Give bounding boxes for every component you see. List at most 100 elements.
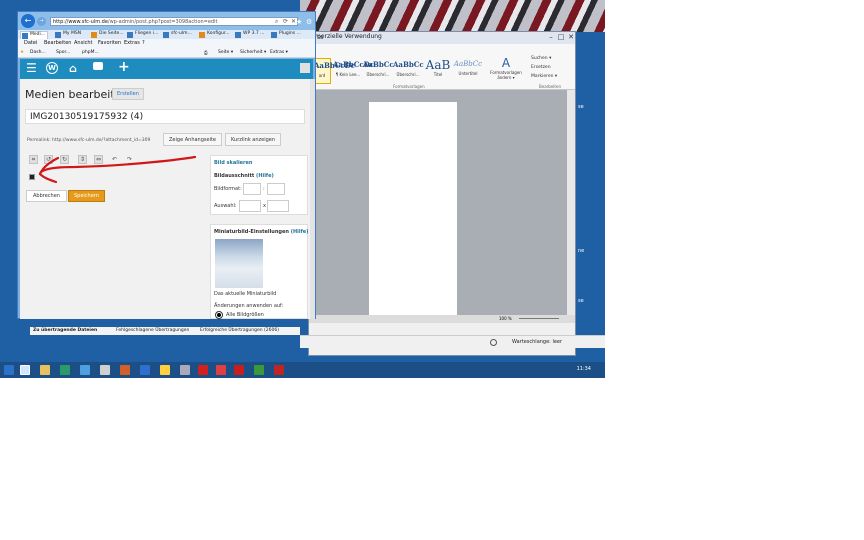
app-task-icon[interactable] [60,365,70,375]
shortlink-button[interactable]: Kurzlink anzeigen [225,133,282,146]
print-icon[interactable]: ⎙ [204,50,208,56]
app5-task-icon[interactable] [160,365,170,375]
fav-dashboard[interactable]: Dash... [30,50,46,55]
style-heading-1[interactable]: AaBbCc Überschri... [363,58,394,84]
menu-tools[interactable]: Extras [124,40,140,46]
crop-icon[interactable]: ⌗ [29,155,38,164]
cancel-button[interactable]: Abbrechen [26,190,67,202]
zoom-slider[interactable] [519,318,559,319]
select-button[interactable]: Markieren ▾ [531,74,557,79]
app8-task-icon[interactable] [254,365,264,375]
taskbar: 11:34 [0,362,605,378]
rotate-right-icon[interactable]: ↻ [60,155,69,164]
url-path: /wp-admin/post.php?post=3098action=edit [107,19,218,25]
ie-scrollbar[interactable] [310,79,315,319]
ie-window[interactable]: ← → http://www.sfc-ulm.de/wp-admin/post.… [17,11,316,319]
app4-task-icon[interactable] [120,365,130,375]
tab-failed-transfers[interactable]: Fehlgeschlagene Übertragungen [116,328,189,333]
crop-help-link[interactable]: (Hilfe) [256,173,274,179]
style-heading-2[interactable]: AaBbCc Überschri... [393,58,424,84]
find-button[interactable]: Suchen ▾ [531,56,551,61]
word-scrollbar[interactable] [567,90,575,315]
selection-width-input[interactable] [239,200,261,212]
replace-button[interactable]: Ersetzen [531,65,551,70]
title-field[interactable]: IMG20130519175932 (4) [25,109,305,124]
tab-seite[interactable]: Die Seite... [90,31,126,39]
tab-sfc[interactable]: sfc-ulm... [162,31,194,39]
aspect-height-input[interactable] [267,183,285,195]
forward-button[interactable]: → [37,17,46,26]
word-task-icon[interactable] [140,365,150,375]
aspect-width-input[interactable] [243,183,261,195]
cmd-security[interactable]: Sicherheit ▾ [240,50,266,55]
style-no-spacing[interactable]: AaBbCcDc ¶ Kein Lee... [333,58,374,84]
save-button[interactable]: Speichern [68,190,105,202]
home-icon[interactable]: ⌂ [69,62,77,75]
view-attachment-button[interactable]: Zeige Anhangseite [163,133,223,146]
address-bar[interactable]: http://www.sfc-ulm.de/wp-admin/post.php?… [50,17,298,26]
option-all-sizes-radio[interactable] [215,311,223,319]
style-subtitle[interactable]: AaBbCc Untertitel [453,58,483,84]
filezilla-task-icon[interactable] [274,365,284,375]
scale-title[interactable]: Bild skalieren [211,156,307,170]
app7-task-icon[interactable] [216,365,226,375]
search-icon[interactable]: ⌕ [275,18,278,26]
tab-konfig[interactable]: Konfigur... [198,31,232,39]
word-window[interactable]: ss merzielle Verwendung – □ ✕ AaBbCcDc ar… [308,31,576,356]
explorer-task-icon[interactable] [40,365,50,375]
tab-medien[interactable]: Medi... [20,31,49,39]
thumb-title: Miniaturbild-Einstellungen (Hilfe) [214,229,309,235]
cmd-tools[interactable]: Extras ▾ [270,50,288,55]
style-title[interactable]: AaB Titel [423,58,453,84]
undo-icon[interactable]: ↶ [110,155,119,164]
back-button[interactable]: ← [21,14,35,28]
image-preview[interactable] [29,174,35,180]
menu-icon[interactable]: ☰ [26,61,37,75]
rotate-left-icon[interactable]: ↺ [44,155,53,164]
add-new-button[interactable]: Erstellen [112,88,144,100]
app3-task-icon[interactable] [100,365,110,375]
tab-queued-files[interactable]: Zu übertragende Dateien [33,328,97,333]
app6-task-icon[interactable] [180,365,190,375]
tab-plugins[interactable]: Plugins ... [270,31,303,39]
tab-fliegen[interactable]: Fliegen i... [126,31,160,39]
favorites-star-icon[interactable]: ★ [296,18,302,26]
menu-file[interactable]: Datei [24,40,37,46]
avatar[interactable] [300,63,310,73]
comments-icon[interactable] [93,62,103,70]
flip-horizontal-icon[interactable]: ⇔ [94,155,103,164]
permalink[interactable]: Permalink: http://www.sfc-ulm.de/?attach… [27,138,150,143]
change-styles-button[interactable]: A Formatvorlagen ändern ▾ [489,56,523,80]
menu-view[interactable]: Ansicht [74,40,92,46]
minimize-icon[interactable]: – [547,33,555,42]
flip-vertical-icon[interactable]: ⇕ [78,155,87,164]
ie-task-icon[interactable] [20,365,30,375]
home-icon[interactable]: ⌂ [286,18,290,26]
page-tab-icon [91,32,97,38]
maximize-icon[interactable]: □ [557,33,565,42]
close-icon[interactable]: ✕ [567,33,575,42]
start-icon[interactable] [4,365,14,375]
tab-successful-transfers[interactable]: Erfolgreiche Übertragungen (2606) [200,328,279,333]
tab-msn[interactable]: My MSN [54,31,83,39]
word-statusbar: 100 % [309,315,575,323]
menu-help[interactable]: ? [142,40,145,46]
favorites-icon[interactable]: ★ [20,50,24,55]
redo-icon[interactable]: ↷ [125,155,134,164]
menu-edit[interactable]: Bearbeiten [44,40,71,46]
document-page[interactable] [369,102,457,315]
favorites-bar: ★ Dash... Spor... phpM... ⎙ Seite ▾ Sich… [18,48,315,58]
cmd-page[interactable]: Seite ▾ [218,50,233,55]
tab-wp37[interactable]: WP 3.7 ... [234,31,266,39]
new-content-icon[interactable]: + [118,59,130,75]
settings-gear-icon[interactable]: ⚙ [306,18,312,26]
wordpress-logo-icon[interactable]: W [46,62,58,74]
fav-sport[interactable]: Spor... [56,50,70,55]
fav-phpmyadmin[interactable]: phpM... [82,50,99,55]
thumb-help-link[interactable]: (Hilfe) [291,229,309,235]
opera-task-icon[interactable] [198,365,208,375]
app2-task-icon[interactable] [80,365,90,375]
selection-height-input[interactable] [267,200,289,212]
acrobat-task-icon[interactable] [234,365,244,375]
menu-favorites[interactable]: Favoriten [98,40,121,46]
